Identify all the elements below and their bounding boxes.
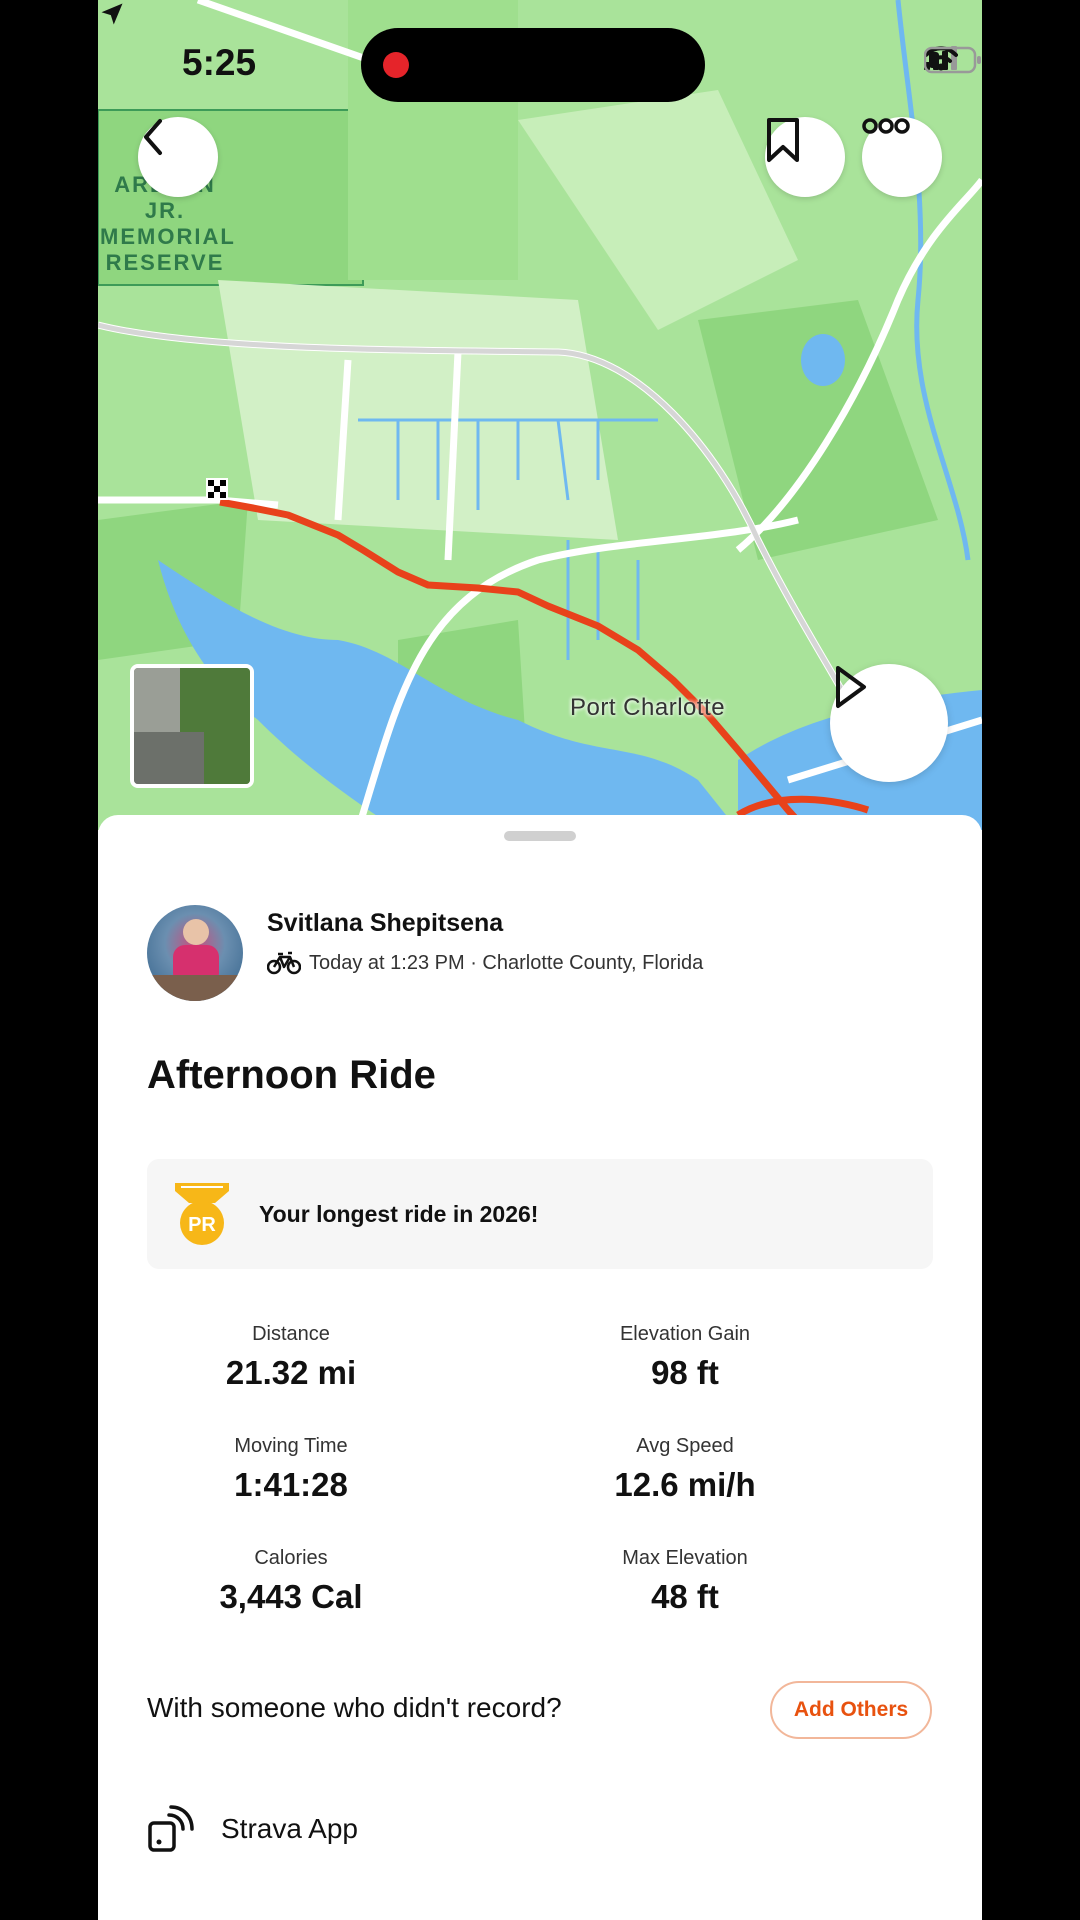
stat-label: Avg Speed [636,1435,734,1457]
stat-calories: Calories 3,443 Cal [141,1547,441,1616]
bike-icon [267,951,301,975]
device-label: Strava App [221,1813,358,1844]
battery-icon [924,46,981,74]
play-icon [836,666,866,708]
recording-indicator-icon [383,52,409,78]
stat-value: 48 ft [651,1578,719,1615]
play-flyover-button[interactable] [830,664,948,782]
more-icon [862,118,910,134]
stat-label: Calories [254,1547,328,1569]
stat-distance: Distance 21.32 mi [141,1323,441,1392]
stat-moving-time: Moving Time 1:41:28 [141,1435,441,1504]
back-icon [144,119,162,155]
more-options-button[interactable] [862,117,942,197]
achievement-text: Your longest ride in 2026! [259,1201,539,1227]
activity-sheet: Svitlana Shepitsena Today at 1:23 PM · C… [98,815,982,1920]
device-icon [148,1805,194,1852]
sheet-handle[interactable] [504,831,576,841]
stat-elevation-gain: Elevation Gain 98 ft [535,1323,835,1392]
route-map[interactable]: T. M ARLTON JR. MEMORIAL RESERVE Port Ch… [98,0,982,830]
add-others-button[interactable]: Add Others [770,1681,932,1739]
back-button[interactable] [138,117,218,197]
stat-label: Max Elevation [622,1547,748,1569]
stat-value: 1:41:28 [234,1466,348,1503]
athlete-avatar[interactable] [147,905,243,1001]
stat-avg-speed: Avg Speed 12.6 mi/h [535,1435,835,1504]
pr-badge-icon: PR [175,1183,229,1245]
stat-value: 12.6 mi/h [614,1466,756,1503]
stat-label: Distance [252,1323,330,1345]
place-label: Port Charlotte [570,694,726,721]
activity-photo-thumbnail[interactable] [130,664,254,788]
dynamic-island [361,28,705,102]
activity-title: Afternoon Ride [147,1053,436,1097]
stat-max-elevation: Max Elevation 48 ft [535,1547,835,1616]
activity-meta-text: Today at 1:23 PM · Charlotte County, Flo… [309,951,704,974]
status-time: 5:25 [182,42,257,83]
stat-label: Elevation Gain [619,1323,751,1345]
bookmark-icon [767,118,799,162]
stat-value: 21.32 mi [225,1354,357,1391]
activity-meta: Today at 1:23 PM · Charlotte County, Flo… [267,951,703,975]
screen: T. M ARLTON JR. MEMORIAL RESERVE Port Ch… [98,0,982,1920]
pr-badge-text: PR [188,1214,216,1236]
athlete-name[interactable]: Svitlana Shepitsena [267,909,503,938]
stat-value: 98 ft [651,1354,719,1391]
stat-value: 3,443 Cal [219,1578,363,1615]
achievement-card[interactable]: PR Your longest ride in 2026! [147,1159,933,1269]
device-row[interactable]: Strava App [147,1805,358,1853]
location-arrow-icon [101,3,123,25]
bookmark-button[interactable] [765,117,845,197]
with-others-prompt: With someone who didn't record? [147,1692,562,1723]
stat-label: Moving Time [234,1435,348,1457]
